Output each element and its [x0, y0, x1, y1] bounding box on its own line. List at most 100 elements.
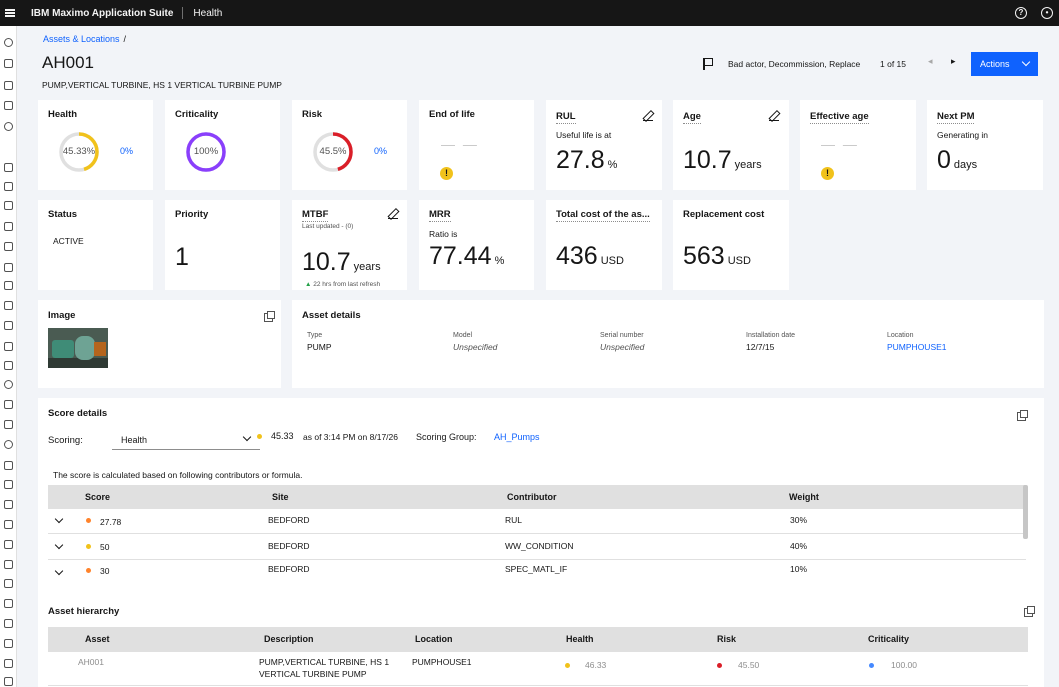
end-of-life-card[interactable]: End of life — — ! [419, 100, 534, 190]
truck-icon[interactable] [4, 619, 13, 628]
card-title: MTBF [302, 209, 329, 222]
scoring-label: Scoring: [48, 435, 83, 446]
status-card[interactable]: Status ACTIVE [38, 200, 153, 290]
column-header[interactable]: Contributor [507, 492, 557, 502]
health-card[interactable]: Health 45.33% 0% [38, 100, 153, 190]
warning-icon: ! [821, 167, 834, 180]
menu-icon[interactable] [1, 0, 19, 26]
globe-icon[interactable] [4, 380, 13, 389]
expand-icon[interactable] [1017, 410, 1028, 421]
swap-icon[interactable] [4, 659, 13, 668]
help-icon[interactable]: ? [1015, 7, 1027, 19]
column-header[interactable]: Criticality [868, 634, 909, 644]
column-header[interactable]: Score [85, 492, 110, 502]
total-cost-card[interactable]: Total cost of the as... 436 USD [546, 200, 662, 290]
card-title: Image [48, 310, 76, 321]
edit-icon[interactable] [388, 209, 398, 219]
mrr-unit: % [494, 255, 505, 267]
next-pm-card[interactable]: Next PM Generating in 0 days [927, 100, 1043, 190]
list-icon[interactable] [4, 677, 13, 686]
table-row[interactable]: 50 BEDFORD WW_CONDITION 40% [48, 535, 1026, 560]
calendar-icon[interactable] [4, 520, 13, 529]
apps-icon[interactable] [4, 81, 13, 90]
column-header[interactable]: Risk [717, 634, 736, 644]
inventory-icon[interactable] [4, 480, 13, 489]
chevron-down-icon[interactable] [54, 540, 64, 550]
rul-subtitle: Useful life is at [556, 130, 612, 140]
asset-image[interactable] [48, 328, 108, 368]
brand-name[interactable]: IBM Maximo Application Suite [31, 8, 173, 19]
description-line-1: PUMP,VERTICAL TURBINE, HS 1 [259, 657, 390, 667]
risk-card[interactable]: Risk 45.5% 0% [292, 100, 407, 190]
location-icon[interactable] [4, 560, 13, 569]
history-icon[interactable] [4, 122, 13, 131]
warning-icon: ! [440, 167, 453, 180]
shield-icon[interactable] [4, 500, 13, 509]
table-row[interactable]: 30 BEDFORD SPEC_MATL_IF 10% [48, 561, 1026, 586]
report-icon[interactable] [4, 301, 13, 310]
column-header[interactable]: Weight [789, 492, 819, 502]
tools-icon[interactable] [4, 59, 13, 68]
lock-icon[interactable] [4, 579, 13, 588]
asset-hierarchy-card: Asset hierarchy Asset Description Locati… [38, 600, 1044, 687]
previous-record-icon[interactable]: ◂ [928, 56, 933, 67]
chevron-down-icon[interactable] [54, 566, 64, 576]
criticality-value: 100% [193, 146, 219, 157]
scoring-dropdown[interactable]: Health [112, 426, 260, 450]
cart-icon[interactable] [4, 599, 13, 608]
rul-card[interactable]: RUL Useful life is at 27.8% [546, 100, 662, 190]
home-icon[interactable] [4, 101, 13, 110]
column-header[interactable]: Description [264, 634, 314, 644]
scrollbar[interactable] [1023, 485, 1028, 539]
mrr-card[interactable]: MRR Ratio is 77.44% [419, 200, 534, 290]
table-row[interactable]: AH001 PUMP,VERTICAL TURBINE, HS 1 VERTIC… [48, 652, 1028, 686]
user-avatar-icon[interactable]: • [1041, 7, 1053, 19]
next-record-icon[interactable]: ▸ [951, 56, 956, 67]
serial-value: Unspecified [600, 342, 645, 352]
settings-icon[interactable] [4, 440, 13, 449]
hierarchy-table-header: Asset Description Location Health Risk C… [48, 627, 1028, 652]
column-header[interactable]: Asset [85, 634, 110, 644]
total-cost-unit: USD [600, 255, 624, 267]
toolbox-icon[interactable] [4, 400, 13, 409]
user-icon[interactable] [4, 639, 13, 648]
effective-age-card[interactable]: Effective age — — ! [800, 100, 916, 190]
breadcrumb-link[interactable]: Assets & Locations [43, 34, 120, 44]
search-icon[interactable] [4, 38, 13, 47]
column-header[interactable]: Health [566, 634, 594, 644]
column-header[interactable]: Site [272, 492, 289, 502]
upload-icon[interactable] [4, 321, 13, 330]
building-icon[interactable] [4, 222, 13, 231]
wrench-icon[interactable] [4, 201, 13, 210]
chart-icon[interactable] [4, 182, 13, 191]
clipboard-icon[interactable] [4, 420, 13, 429]
checklist-icon[interactable] [4, 263, 13, 272]
scoring-group-link[interactable]: AH_Pumps [494, 432, 540, 442]
chevron-down-icon[interactable] [54, 514, 64, 524]
asset-cell[interactable]: AH001 [78, 657, 104, 667]
column-header[interactable]: Location [415, 634, 453, 644]
replacement-cost-card[interactable]: Replacement cost 563 USD [673, 200, 789, 290]
edit-icon[interactable] [643, 111, 653, 121]
people-icon[interactable] [4, 163, 13, 172]
table-row[interactable]: 27.78 BEDFORD RUL 30% [48, 509, 1026, 534]
trend-icon[interactable] [4, 342, 13, 351]
document-icon[interactable] [4, 242, 13, 251]
criticality-card[interactable]: Criticality 100% [165, 100, 280, 190]
location-link[interactable]: PUMPHOUSE1 [887, 342, 947, 352]
score-table-header: Score Site Contributor Weight [48, 485, 1026, 509]
expand-icon[interactable] [264, 311, 275, 322]
network-icon[interactable] [4, 461, 13, 470]
database-icon[interactable] [4, 281, 13, 290]
flow-icon[interactable] [4, 540, 13, 549]
card-title: Priority [175, 209, 209, 220]
flag-icon[interactable] [703, 58, 713, 70]
edit-icon[interactable] [769, 111, 779, 121]
image-icon[interactable] [4, 361, 13, 370]
weight-cell: 30% [790, 515, 808, 525]
actions-button[interactable]: Actions [971, 52, 1038, 76]
expand-icon[interactable] [1024, 606, 1035, 617]
age-card[interactable]: Age 10.7 years [673, 100, 789, 190]
mtbf-card[interactable]: MTBF Last updated - (0) 10.7 years ▲ 22 h… [292, 200, 407, 290]
priority-card[interactable]: Priority 1 [165, 200, 280, 290]
